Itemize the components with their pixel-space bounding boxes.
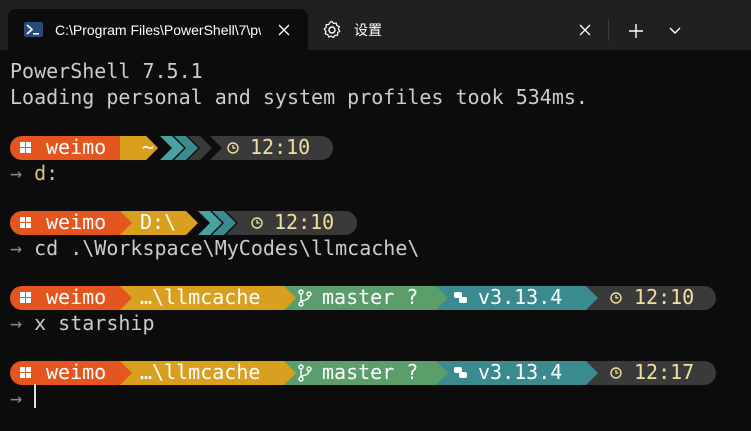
- prompt-segments: weimo ~ 12:10: [10, 135, 333, 160]
- tab-title: C:\Program Files\PowerShell\7\pwsh.exe: [55, 21, 261, 38]
- dir-label: ~: [142, 135, 154, 159]
- command-line: →: [10, 386, 23, 410]
- dir-label: …\llmcache: [140, 285, 260, 309]
- close-tab-button[interactable]: [575, 20, 595, 40]
- user-label: weimo: [46, 135, 106, 159]
- time-label: 12:10: [274, 210, 334, 234]
- command-line: → d:: [10, 161, 59, 185]
- gear-icon: [322, 20, 342, 40]
- command-line: → x starship: [10, 311, 155, 335]
- python-label: v3.13.4: [478, 360, 562, 384]
- banner-line: Loading personal and system profiles too…: [10, 85, 588, 109]
- plus-icon: [629, 24, 643, 38]
- new-tab-button[interactable]: [625, 20, 647, 42]
- tab-separator: [608, 19, 609, 41]
- time-label: 12:10: [250, 135, 310, 159]
- chevron-down-icon: [669, 27, 681, 34]
- user-label: weimo: [46, 210, 106, 234]
- close-tab-button[interactable]: [274, 20, 294, 40]
- prompt-segments: weimo …\llmcache master ? v3.13.4 12:10: [10, 285, 716, 310]
- close-icon: [278, 24, 290, 36]
- command-text: cd .\Workspace\MyCodes\llmcache\: [34, 236, 420, 260]
- command-text: d:: [34, 161, 59, 185]
- prompt-segments: weimo D:\ 12:10: [10, 210, 357, 235]
- tab-dropdown-button[interactable]: [664, 20, 686, 42]
- user-label: weimo: [46, 285, 106, 309]
- git-label: master ?: [322, 285, 418, 309]
- command-line: → cd .\Workspace\MyCodes\llmcache\: [10, 236, 420, 260]
- git-label: master ?: [322, 360, 418, 384]
- banner-line: PowerShell 7.5.1: [10, 59, 203, 83]
- user-label: weimo: [46, 360, 106, 384]
- time-label: 12:10: [634, 285, 694, 309]
- tab-settings[interactable]: 设置: [309, 9, 606, 50]
- prompt-segments: weimo …\llmcache master ? v3.13.4 12:17: [10, 360, 716, 385]
- command-text: x starship: [34, 311, 155, 335]
- text-cursor: [34, 384, 36, 408]
- dir-label: …\llmcache: [140, 360, 260, 384]
- python-label: v3.13.4: [478, 285, 562, 309]
- powershell-icon: [24, 22, 43, 37]
- tab-bar: C:\Program Files\PowerShell\7\pwsh.exe 设…: [0, 0, 751, 50]
- time-label: 12:17: [634, 360, 694, 384]
- close-icon: [579, 24, 591, 36]
- dir-label: D:\: [140, 210, 176, 234]
- tab-powershell[interactable]: C:\Program Files\PowerShell\7\pwsh.exe: [8, 9, 308, 50]
- tab-title: 设置: [354, 22, 382, 39]
